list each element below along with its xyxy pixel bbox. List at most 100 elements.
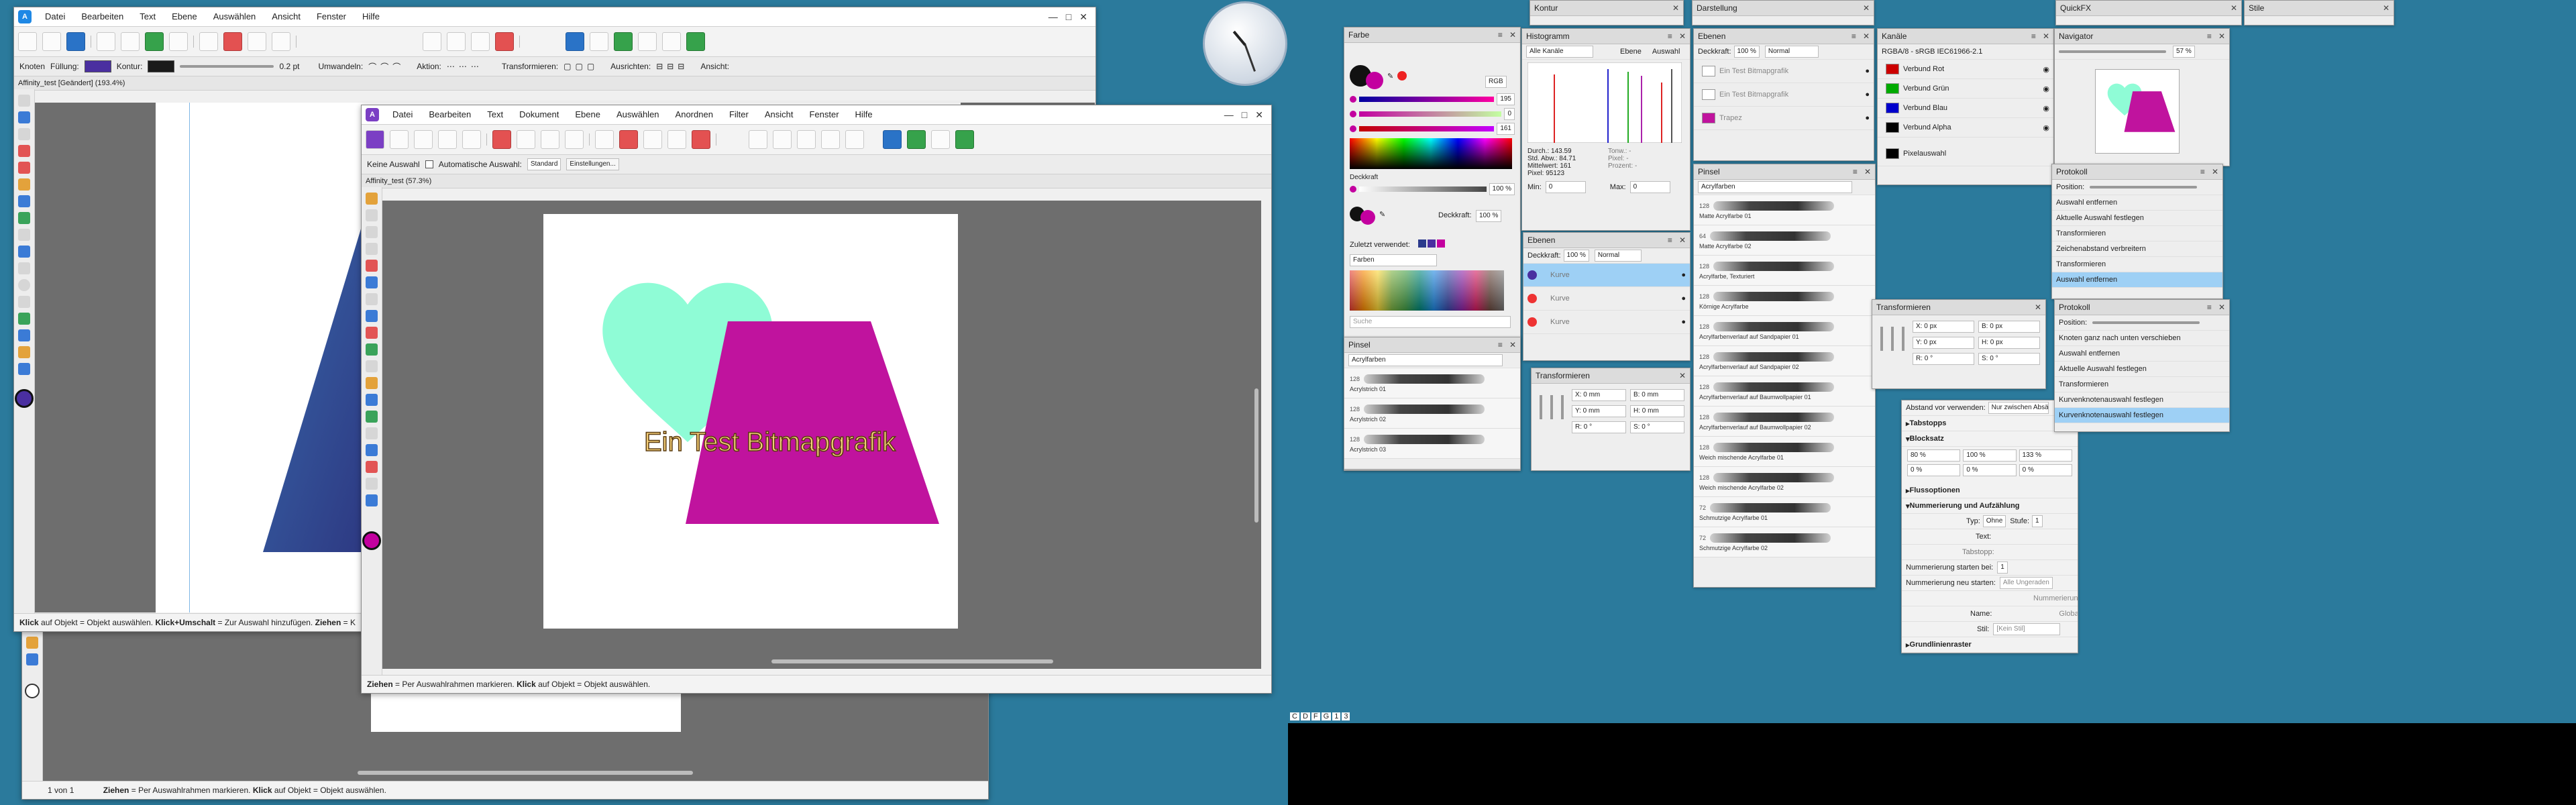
pen-tool-icon[interactable] xyxy=(366,444,378,456)
menu-item[interactable]: Ansicht xyxy=(265,7,307,26)
opacity-value[interactable]: 100 % xyxy=(1489,183,1515,195)
layer-row[interactable]: Kurve ● xyxy=(1523,287,1690,311)
toolbar-button[interactable] xyxy=(272,32,290,51)
toolbar-button[interactable] xyxy=(199,32,218,51)
color-picker-icon[interactable] xyxy=(18,346,30,358)
channel-row[interactable]: Pixelauswahl xyxy=(1878,142,2053,166)
app2-vscroll[interactable] xyxy=(1254,388,1258,523)
layer-opacity[interactable]: 100 % xyxy=(1733,46,1760,58)
transparency-tool-icon[interactable] xyxy=(18,212,30,224)
color-spectrum[interactable] xyxy=(1350,138,1512,169)
history-item[interactable]: Transformieren xyxy=(2055,377,2229,392)
brush-item[interactable]: 128 Acrylfarbenverlauf auf Baumwollpapier… xyxy=(1694,376,1875,407)
shape-tool-icon[interactable] xyxy=(366,461,378,473)
transform-field[interactable]: Y: 0 mm xyxy=(1572,405,1626,417)
toolbar-button[interactable] xyxy=(638,32,657,51)
no-color-icon[interactable] xyxy=(1397,71,1407,80)
zoom-tool-icon[interactable] xyxy=(366,494,378,506)
panel-menu-icon[interactable]: ≡ xyxy=(1851,32,1856,41)
app2-document-tab[interactable]: Affinity_test (57.3%) xyxy=(362,174,1271,189)
persona-icon[interactable] xyxy=(390,130,409,149)
brush-item[interactable]: 128 Acrylstrich 03 xyxy=(1344,429,1520,459)
history-item[interactable]: Auswahl entfernen xyxy=(2055,346,2229,362)
brush-item[interactable]: 128 Weich mischende Acrylfarbe 01 xyxy=(1694,437,1875,467)
layer-opacity[interactable]: 100 % xyxy=(1563,250,1589,262)
eyedropper-icon[interactable]: ✎ xyxy=(1379,210,1385,219)
transform-field[interactable]: S: 0 ° xyxy=(1978,353,2040,365)
palette-dropdown[interactable]: Farben xyxy=(1350,254,1437,266)
fill-color-well[interactable] xyxy=(1360,210,1375,225)
section-header[interactable]: ▸ Tabstopps xyxy=(1902,416,2078,431)
text-tool-icon[interactable] xyxy=(366,478,378,490)
justify-field[interactable]: 0 % xyxy=(2019,464,2072,476)
panel-menu-icon[interactable]: ≡ xyxy=(2031,32,2036,41)
brush-item[interactable]: 128 Acrylstrich 02 xyxy=(1344,398,1520,429)
rectangle-tool-icon[interactable] xyxy=(18,262,30,274)
toolbar-button[interactable] xyxy=(517,130,535,149)
transform-field[interactable]: B: 0 px xyxy=(1978,321,2040,333)
history-item[interactable]: Zeichenabstand verbreitern xyxy=(2052,241,2222,257)
zoom-value[interactable]: 57 % xyxy=(2173,46,2195,58)
toolbar-button[interactable] xyxy=(667,130,686,149)
transform-field[interactable]: H: 0 px xyxy=(1978,337,2040,349)
toolbar-button[interactable] xyxy=(883,130,902,149)
blend-mode-dropdown[interactable]: Normal xyxy=(1594,250,1642,262)
close-icon[interactable]: ✕ xyxy=(1863,32,1870,41)
menu-item[interactable]: Hilfe xyxy=(849,105,879,124)
close-icon[interactable]: ✕ xyxy=(1863,3,1870,13)
menu-item[interactable]: Datei xyxy=(38,7,72,26)
brush-item[interactable]: 128 Weich mischende Acrylfarbe 02 xyxy=(1694,467,1875,497)
justify-field[interactable]: 133 % xyxy=(2019,449,2072,462)
green-slider[interactable] xyxy=(1359,111,1502,117)
app2-hscroll[interactable] xyxy=(771,659,1053,663)
eye-icon[interactable]: ◉ xyxy=(2043,104,2049,113)
transform-field[interactable]: X: 0 mm xyxy=(1572,389,1626,401)
point-transform-icon[interactable] xyxy=(18,128,30,140)
ellipse-tool-icon[interactable] xyxy=(18,279,30,291)
menu-item[interactable]: Filter xyxy=(722,105,755,124)
layer-row[interactable]: Trapez ● xyxy=(1694,107,1874,130)
toolbar-button[interactable] xyxy=(907,130,926,149)
min-input[interactable]: 0 xyxy=(1545,181,1586,193)
channel-row[interactable]: Verbund Grün ◉ xyxy=(1878,79,2053,99)
rounded-rect-tool-icon[interactable] xyxy=(18,296,30,308)
layer-row[interactable]: Ein Test Bitmapgrafik ● xyxy=(1694,83,1874,107)
history-item[interactable]: Aktuelle Auswahl festlegen xyxy=(2052,211,2222,226)
node-tool-icon[interactable] xyxy=(18,111,30,123)
brush-tool-icon[interactable] xyxy=(18,178,30,191)
transform-field[interactable]: S: 0 ° xyxy=(1630,421,1684,433)
dodge-tool-icon[interactable] xyxy=(366,377,378,389)
toolbar-button[interactable] xyxy=(595,130,614,149)
section-header[interactable]: ▸ Flussoptionen xyxy=(1902,483,2078,498)
taskbar-tag[interactable]: C xyxy=(1290,712,1299,720)
history-item[interactable]: Transformieren xyxy=(2052,226,2222,241)
taskbar-tag[interactable]: F xyxy=(1311,712,1320,720)
history-item[interactable]: Aktuelle Auswahl festlegen xyxy=(2055,362,2229,377)
section-header[interactable]: ▾ Blocksatz xyxy=(1902,431,2078,447)
history-item[interactable]: Auswahl entfernen xyxy=(2052,195,2222,211)
eyedropper-icon[interactable]: ✎ xyxy=(1387,72,1393,80)
eye-icon[interactable]: ◉ xyxy=(2043,65,2049,74)
close-icon[interactable]: ✕ xyxy=(2383,3,2390,13)
justify-field[interactable]: 100 % xyxy=(1963,449,2017,462)
menu-item[interactable]: Text xyxy=(480,105,510,124)
toolbar-button[interactable] xyxy=(541,130,559,149)
close-icon[interactable]: ✕ xyxy=(1672,3,1679,13)
minimize-icon[interactable]: — xyxy=(1049,11,1058,23)
action-icons[interactable]: ⋯⋯⋯ xyxy=(447,62,483,71)
move-tool-icon[interactable] xyxy=(18,95,30,107)
toolbar-button[interactable] xyxy=(145,32,164,51)
channel-dropdown[interactable]: Alle Kanäle xyxy=(1526,46,1593,58)
section-header[interactable]: ▾ Nummerierung und Aufzählung xyxy=(1902,498,2078,514)
menu-item[interactable]: Text xyxy=(133,7,162,26)
opacity-slider[interactable] xyxy=(1359,186,1487,192)
panel-menu-icon[interactable]: ≡ xyxy=(1853,167,1858,176)
color-well-icon[interactable] xyxy=(25,684,40,698)
justify-field[interactable]: 80 % xyxy=(1907,449,1961,462)
panel-menu-icon[interactable]: ≡ xyxy=(1668,32,1672,41)
level-input[interactable]: 1 xyxy=(2032,515,2043,527)
crop-tool-icon[interactable] xyxy=(18,229,30,241)
close-icon[interactable]: ✕ xyxy=(1679,371,1686,380)
numbering-start-input[interactable]: 1 xyxy=(1997,561,2008,574)
blue-value[interactable]: 161 xyxy=(1497,123,1515,135)
